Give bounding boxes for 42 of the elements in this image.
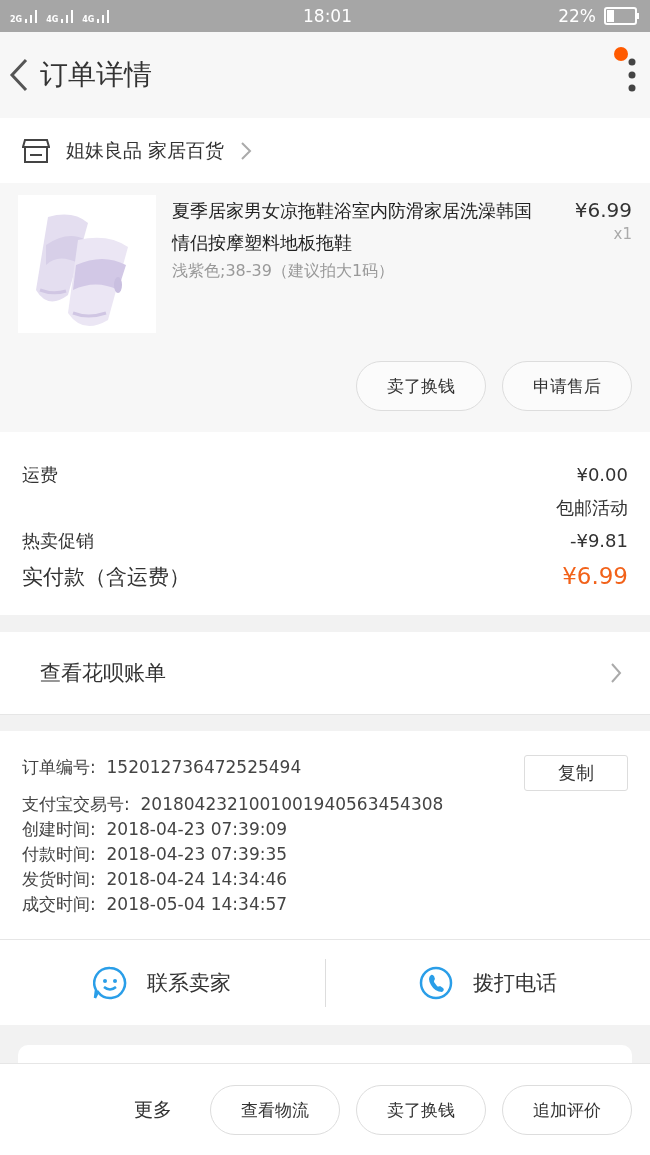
copy-button[interactable]: 复制 — [524, 755, 628, 791]
chevron-icon — [240, 140, 253, 161]
action-button[interactable]: 申请售后 — [502, 361, 632, 411]
order-detail: 发货时间: 2018-04-24 14:34:46 — [22, 868, 288, 891]
more-icon[interactable] — [628, 58, 636, 92]
fee-note: 包邮活动 — [555, 496, 628, 520]
network-label: 4G — [82, 15, 95, 24]
fee-amount: -¥9.81 — [569, 529, 628, 553]
page-title: 订单详情 — [40, 57, 153, 93]
shop-name[interactable]: 姐妹良品 家居百货 — [66, 137, 225, 164]
total-amount: ¥6.99 — [562, 562, 628, 591]
battery-icon — [604, 7, 640, 25]
action-button[interactable]: 追加评价 — [502, 1085, 632, 1135]
bill-link[interactable]: 查看花呗账单 — [40, 659, 166, 687]
chevron-icon — [610, 662, 622, 684]
network-label: 2G — [10, 15, 23, 24]
network-label: 4G — [46, 15, 59, 24]
contact-button[interactable]: 联系卖家 — [0, 940, 325, 1025]
order-detail: 创建时间: 2018-04-23 07:39:09 — [22, 818, 288, 841]
contact-button[interactable]: 拨打电话 — [325, 940, 650, 1025]
action-button[interactable]: 卖了换钱 — [356, 361, 486, 411]
chat-icon — [93, 965, 128, 1000]
clock: 18:01 — [303, 6, 352, 26]
product-title[interactable]: 夏季居家男女凉拖鞋浴室内防滑家居洗澡韩国情侣按摩塑料地板拖鞋 — [172, 195, 546, 259]
phone-icon — [418, 965, 453, 1000]
order-detail: 成交时间: 2018-05-04 14:34:57 — [22, 893, 288, 916]
back-icon[interactable] — [8, 57, 30, 93]
product-price: ¥6.99 — [573, 197, 632, 224]
more-link[interactable]: 更多 — [134, 1097, 172, 1123]
order-detail: 支付宝交易号: 2018042321001001940563454308 — [22, 793, 444, 816]
fee-label: 运费 — [22, 463, 58, 487]
order-detail: 订单编号: 152012736472525494 — [22, 756, 302, 779]
product-quantity: x1 — [612, 225, 632, 243]
action-button[interactable]: 查看物流 — [210, 1085, 340, 1135]
product-variant: 浅紫色;38-39（建议拍大1码） — [172, 261, 396, 282]
order-detail: 付款时间: 2018-04-23 07:39:35 — [22, 843, 288, 866]
shop-icon — [22, 137, 50, 164]
fee-amount: ¥0.00 — [576, 463, 628, 487]
action-button[interactable]: 卖了换钱 — [356, 1085, 486, 1135]
fee-label: 热卖促销 — [22, 529, 94, 553]
total-label: 实付款（含运费） — [22, 564, 190, 591]
battery-percent: 22% — [558, 6, 596, 26]
